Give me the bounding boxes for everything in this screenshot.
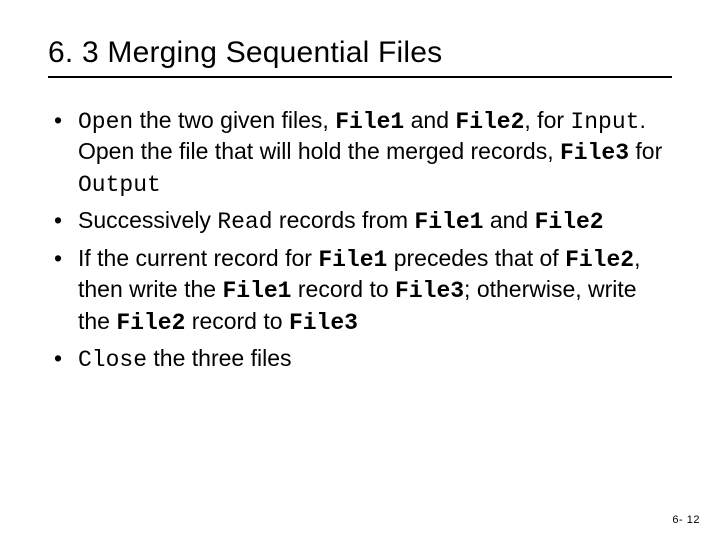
text: records from — [273, 207, 415, 233]
bullet-item: Close the three files — [52, 344, 672, 375]
code-read: Read — [217, 209, 272, 235]
code-file2: File2 — [565, 247, 634, 273]
text: If the current record for — [78, 245, 318, 271]
bullet-item: Successively Read records from File1 and… — [52, 206, 672, 237]
text: , for — [524, 107, 570, 133]
slide-number: 6- 12 — [672, 514, 700, 526]
code-file1: File1 — [414, 209, 483, 235]
bullet-item: Open the two given files, File1 and File… — [52, 106, 672, 200]
text: Successively — [78, 207, 217, 233]
bullet-item: If the current record for File1 precedes… — [52, 244, 672, 338]
code-file2: File2 — [535, 209, 604, 235]
text: for — [629, 138, 662, 164]
text: the two given files, — [133, 107, 335, 133]
text: record to — [185, 308, 289, 334]
code-file1: File1 — [335, 109, 404, 135]
code-file2: File2 — [455, 109, 524, 135]
code-file1: File1 — [222, 278, 291, 304]
code-output: Output — [78, 172, 161, 198]
title-underline — [48, 76, 672, 78]
slide: 6. 3 Merging Sequential Files Open the t… — [0, 0, 720, 540]
text: and — [404, 107, 455, 133]
slide-title: 6. 3 Merging Sequential Files — [48, 36, 672, 70]
text: record to — [291, 276, 395, 302]
code-file1: File1 — [318, 247, 387, 273]
text: and — [483, 207, 534, 233]
code-input: Input — [570, 109, 639, 135]
code-file3: File3 — [395, 278, 464, 304]
code-file3: File3 — [560, 140, 629, 166]
code-close: Close — [78, 347, 147, 373]
text: precedes that of — [387, 245, 565, 271]
text: the three files — [147, 345, 291, 371]
code-file3: File3 — [289, 310, 358, 336]
bullet-list: Open the two given files, File1 and File… — [52, 106, 672, 376]
code-file2: File2 — [116, 310, 185, 336]
code-open: Open — [78, 109, 133, 135]
